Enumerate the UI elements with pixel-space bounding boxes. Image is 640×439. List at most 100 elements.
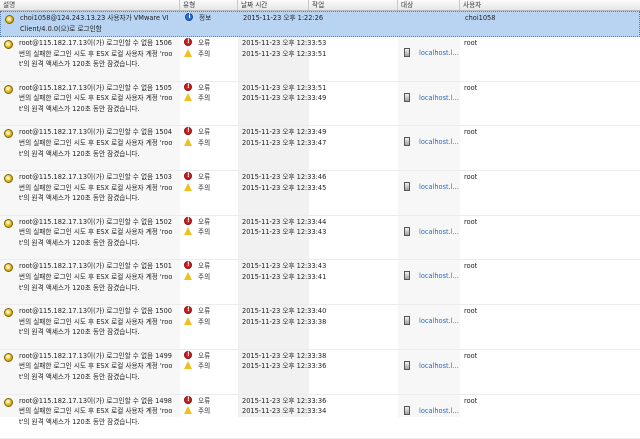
severity-cell: 정보 bbox=[185, 13, 211, 23]
event-user: root bbox=[464, 38, 477, 48]
target-link[interactable]: localhost.l... bbox=[419, 407, 459, 416]
target-link[interactable]: localhost.l... bbox=[419, 94, 459, 103]
event-icon bbox=[4, 174, 13, 183]
event-datetime: 2015-11-23 오후 12:33:53 bbox=[242, 38, 326, 48]
severity-label: 주의 bbox=[198, 318, 210, 326]
severity-label: 주의 bbox=[198, 139, 210, 147]
event-datetime: 2015-11-23 오후 12:33:51 bbox=[242, 49, 326, 59]
events-table: choi1058@124.243.13.23 사용자가 VMware VI Cl… bbox=[0, 11, 640, 439]
host-server-icon bbox=[404, 271, 410, 280]
host-server-icon bbox=[404, 406, 410, 415]
error-icon bbox=[184, 217, 192, 225]
column-header-datetime[interactable]: 날짜 시간 bbox=[238, 0, 309, 10]
host-server-icon bbox=[404, 227, 410, 236]
target-link[interactable]: localhost.l... bbox=[419, 362, 459, 371]
severity-label: 오류 bbox=[198, 173, 210, 181]
event-datetime: 2015-11-23 오후 12:33:38 bbox=[242, 317, 326, 327]
target-link[interactable]: localhost.l... bbox=[419, 49, 459, 58]
event-icon bbox=[4, 263, 13, 272]
table-header: 설명 유형 날짜 시간 작업 대상 사용자 bbox=[0, 0, 640, 11]
error-icon bbox=[184, 127, 192, 135]
warning-icon bbox=[184, 93, 192, 101]
severity-cell: 오류 bbox=[184, 38, 210, 48]
event-datetime: 2015-11-23 오후 12:33:45 bbox=[242, 183, 326, 193]
severity-label: 정보 bbox=[199, 14, 211, 22]
target-link[interactable]: localhost.l... bbox=[419, 138, 459, 147]
event-description: root@115.182.17.13이(가) 로그인할 수 없음 1501번의 … bbox=[19, 261, 174, 293]
info-icon bbox=[185, 13, 193, 21]
severity-cell: 오류 bbox=[184, 396, 210, 406]
warning-icon bbox=[184, 272, 192, 280]
target-link[interactable]: localhost.l... bbox=[419, 183, 459, 192]
event-description: root@115.182.17.13이(가) 로그인할 수 없음 1499번의 … bbox=[19, 351, 174, 383]
column-header-type[interactable]: 유형 bbox=[180, 0, 238, 10]
table-row[interactable]: root@115.182.17.13이(가) 로그인할 수 없음 1503번의 … bbox=[0, 171, 640, 216]
event-description: root@115.182.17.13이(가) 로그인할 수 없음 1505번의 … bbox=[19, 83, 174, 115]
event-user: choi1058 bbox=[465, 13, 495, 23]
severity-cell: 오류 bbox=[184, 351, 210, 361]
table-row[interactable]: root@115.182.17.13이(가) 로그인할 수 없음 1501번의 … bbox=[0, 260, 640, 305]
event-user: root bbox=[464, 172, 477, 182]
target-link[interactable]: localhost.l... bbox=[419, 228, 459, 237]
event-datetime: 2015-11-23 오후 12:33:49 bbox=[242, 93, 326, 103]
event-icon bbox=[4, 219, 13, 228]
severity-cell: 주의 bbox=[184, 361, 210, 371]
table-row[interactable]: root@115.182.17.13이(가) 로그인할 수 없음 1499번의 … bbox=[0, 350, 640, 395]
column-header-description[interactable]: 설명 bbox=[0, 0, 180, 10]
table-row[interactable]: root@115.182.17.13이(가) 로그인할 수 없음 1505번의 … bbox=[0, 82, 640, 127]
event-datetime: 2015-11-23 오후 12:33:36 bbox=[242, 396, 326, 406]
target-link[interactable]: localhost.l... bbox=[419, 272, 459, 281]
severity-label: 주의 bbox=[198, 184, 210, 192]
severity-label: 오류 bbox=[198, 352, 210, 360]
event-user: root bbox=[464, 306, 477, 316]
event-datetime: 2015-11-23 오후 12:33:43 bbox=[242, 261, 326, 271]
column-header-target[interactable]: 대상 bbox=[398, 0, 460, 10]
event-datetime: 2015-11-23 오후 12:33:36 bbox=[242, 361, 326, 371]
event-datetime: 2015-11-23 오후 12:33:44 bbox=[242, 217, 326, 227]
event-datetime: 2015-11-23 오후 1:22:26 bbox=[243, 13, 323, 23]
table-row[interactable]: choi1058@124.243.13.23 사용자가 VMware VI Cl… bbox=[0, 11, 640, 37]
event-icon bbox=[4, 129, 13, 138]
table-row[interactable]: root@115.182.17.13이(가) 로그인할 수 없음 1506번의 … bbox=[0, 37, 640, 82]
table-row[interactable]: root@115.182.17.13이(가) 로그인할 수 없음 1500번의 … bbox=[0, 305, 640, 350]
column-header-task[interactable]: 작업 bbox=[309, 0, 398, 10]
event-icon bbox=[4, 85, 13, 94]
event-description: choi1058@124.243.13.23 사용자가 VMware VI Cl… bbox=[20, 13, 175, 34]
error-icon bbox=[184, 351, 192, 359]
warning-icon bbox=[184, 49, 192, 57]
event-user: root bbox=[464, 83, 477, 93]
event-user: root bbox=[464, 127, 477, 137]
event-description: root@115.182.17.13이(가) 로그인할 수 없음 1498번의 … bbox=[19, 396, 174, 428]
severity-cell: 오류 bbox=[184, 172, 210, 182]
host-server-icon bbox=[404, 137, 410, 146]
event-datetime: 2015-11-23 오후 12:33:46 bbox=[242, 172, 326, 182]
warning-icon bbox=[184, 317, 192, 325]
event-description: root@115.182.17.13이(가) 로그인할 수 없음 1502번의 … bbox=[19, 217, 174, 249]
event-description: root@115.182.17.13이(가) 로그인할 수 없음 1506번의 … bbox=[19, 38, 174, 70]
event-datetime: 2015-11-23 오후 12:33:51 bbox=[242, 83, 326, 93]
error-icon bbox=[184, 396, 192, 404]
event-user: root bbox=[464, 396, 477, 406]
severity-label: 주의 bbox=[198, 94, 210, 102]
severity-cell: 주의 bbox=[184, 49, 210, 59]
error-icon bbox=[184, 261, 192, 269]
event-datetime: 2015-11-23 오후 12:33:47 bbox=[242, 138, 326, 148]
severity-label: 오류 bbox=[198, 84, 210, 92]
error-icon bbox=[184, 83, 192, 91]
table-row[interactable]: root@115.182.17.13이(가) 로그인할 수 없음 1504번의 … bbox=[0, 126, 640, 171]
severity-label: 주의 bbox=[198, 50, 210, 58]
column-header-user[interactable]: 사용자 bbox=[460, 0, 640, 10]
event-datetime: 2015-11-23 오후 12:33:43 bbox=[242, 227, 326, 237]
severity-label: 주의 bbox=[198, 362, 210, 370]
severity-cell: 주의 bbox=[184, 138, 210, 148]
table-row[interactable]: root@115.182.17.13이(가) 로그인할 수 없음 1502번의 … bbox=[0, 216, 640, 261]
error-icon bbox=[184, 172, 192, 180]
warning-icon bbox=[184, 183, 192, 191]
error-icon bbox=[184, 38, 192, 46]
warning-icon bbox=[184, 138, 192, 146]
severity-cell: 주의 bbox=[184, 406, 210, 416]
severity-label: 주의 bbox=[198, 228, 210, 236]
host-server-icon bbox=[404, 93, 410, 102]
target-link[interactable]: localhost.l... bbox=[419, 317, 459, 326]
severity-cell: 오류 bbox=[184, 217, 210, 227]
